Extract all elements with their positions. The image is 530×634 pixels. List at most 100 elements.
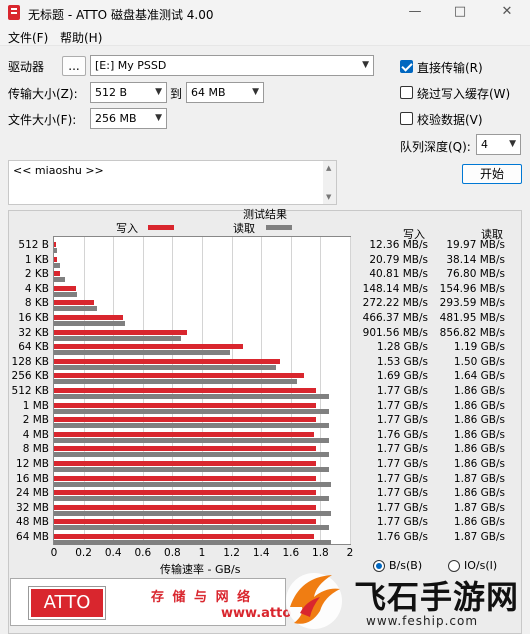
y-tick-label: 8 KB — [24, 297, 49, 310]
read-value: 1.50 GB/s — [453, 355, 505, 368]
bar-write — [54, 417, 316, 423]
bar-read — [54, 540, 331, 545]
direct-io-checkbox[interactable] — [400, 60, 413, 73]
bar-read — [54, 262, 60, 268]
scroll-down-icon[interactable]: ▼ — [326, 193, 331, 201]
menu-file[interactable]: 文件(F) — [8, 29, 48, 46]
bar-read — [54, 291, 77, 297]
bar-write — [54, 344, 244, 350]
bar-read — [54, 525, 330, 531]
bar-read — [54, 452, 330, 458]
x-tick-label: 0.4 — [104, 547, 122, 559]
drive-value: [E:] My PSSD — [95, 59, 167, 72]
read-value: 1.86 GB/s — [453, 487, 505, 500]
banner-tagline: 存 储 与 网 络 — [151, 590, 253, 605]
chevron-down-icon: ▼ — [155, 87, 162, 97]
start-button[interactable]: 开始 — [462, 164, 522, 184]
direct-io-label: 直接传输(R) — [417, 61, 483, 75]
verify-checkbox[interactable] — [400, 112, 413, 125]
x-tick-label: 2 — [346, 547, 354, 559]
read-value: 1.86 GB/s — [453, 414, 505, 427]
file-size-value: 256 MB — [95, 112, 137, 125]
maximize-icon[interactable]: □ — [449, 3, 471, 21]
chevron-down-icon: ▼ — [509, 139, 516, 149]
bar-read — [54, 423, 330, 429]
drive-select[interactable]: [E:] My PSSD ▼ — [90, 55, 374, 76]
legend-read-swatch — [266, 225, 292, 230]
queue-depth-select[interactable]: 4 ▼ — [476, 134, 521, 155]
bar-write — [54, 475, 316, 481]
bar-read — [54, 335, 181, 341]
read-value: 1.86 GB/s — [453, 385, 505, 397]
bar-write — [54, 256, 58, 262]
write-value: 1.53 GB/s — [376, 355, 428, 368]
file-size-label: 文件大小(F): — [8, 113, 77, 127]
bar-write — [54, 446, 316, 452]
bar-write — [54, 285, 76, 291]
read-value: 19.97 MB/s — [446, 239, 505, 251]
bar-read — [54, 379, 297, 385]
to-label: 到 — [170, 87, 183, 101]
write-value: 12.36 MB/s — [369, 239, 428, 251]
bar-write — [54, 329, 188, 335]
browse-button[interactable]: ... — [62, 56, 86, 76]
transfer-from-value: 512 B — [95, 86, 128, 99]
chart-plot-area — [53, 236, 351, 545]
bar-read — [54, 437, 330, 443]
bar-write — [54, 534, 315, 539]
write-value: 1.77 GB/s — [376, 385, 428, 397]
write-value: 1.28 GB/s — [376, 341, 428, 354]
bar-write — [54, 300, 95, 306]
y-tick-label: 4 KB — [24, 282, 49, 295]
write-value: 20.79 MB/s — [369, 253, 428, 266]
transfer-from-select[interactable]: 512 B ▼ — [90, 82, 167, 103]
write-value: 1.77 GB/s — [376, 487, 428, 500]
read-value: 1.87 GB/s — [453, 501, 505, 514]
units-bytes-radio[interactable] — [373, 560, 385, 572]
queue-depth-label: 队列深度(Q): — [400, 140, 471, 154]
atto-banner[interactable]: ATTO 存 储 与 网 络 www.atto — [10, 578, 291, 626]
bar-write — [54, 315, 124, 320]
y-tick-label: 48 MB — [16, 516, 49, 529]
scroll-up-icon[interactable]: ▲ — [326, 164, 331, 172]
y-tick-label: 2 KB — [24, 268, 49, 281]
bar-read — [54, 306, 98, 312]
y-tick-label: 16 KB — [18, 312, 49, 324]
write-value: 1.69 GB/s — [376, 370, 428, 383]
read-value: 76.80 MB/s — [446, 268, 505, 281]
y-tick-label: 256 KB — [11, 370, 49, 383]
file-size-select[interactable]: 256 MB ▼ — [90, 108, 167, 129]
atto-logo: ATTO — [28, 586, 106, 620]
x-tick-label: 0.8 — [164, 547, 181, 559]
read-value: 1.87 GB/s — [453, 472, 505, 485]
units-io-label: IO/s(I) — [464, 559, 498, 572]
bar-read — [54, 277, 66, 283]
units-io-radio[interactable] — [448, 560, 460, 572]
description-textarea[interactable]: << miaoshu >> ▲ ▼ — [8, 160, 337, 205]
bar-read — [54, 408, 330, 414]
units-bytes-label: B/s(B) — [389, 559, 423, 572]
write-value: 1.77 GB/s — [376, 472, 428, 485]
window-title: 无标题 - ATTO 磁盘基准测试 4.00 — [28, 8, 214, 22]
title-bar: 无标题 - ATTO 磁盘基准测试 4.00 — □ ✕ — [0, 0, 530, 26]
x-tick-label: 0.6 — [134, 547, 152, 559]
bypass-cache-checkbox[interactable] — [400, 86, 413, 99]
write-value: 1.77 GB/s — [376, 501, 428, 514]
verify-label: 校验数据(V) — [417, 113, 483, 127]
bar-read — [54, 321, 126, 326]
legend-read-label: 读取 — [233, 222, 255, 235]
x-axis-label: 传输速率 - GB/s — [160, 563, 241, 576]
watermark-text: 飞石手游网 — [354, 578, 520, 616]
y-tick-label: 16 MB — [16, 472, 49, 485]
chevron-down-icon: ▼ — [252, 87, 259, 97]
y-tick-label: 32 KB — [18, 326, 49, 339]
minimize-icon[interactable]: — — [404, 3, 426, 21]
transfer-to-select[interactable]: 64 MB ▼ — [186, 82, 264, 103]
write-value: 1.77 GB/s — [376, 399, 428, 412]
close-icon[interactable]: ✕ — [496, 3, 518, 21]
description-scrollbar[interactable]: ▲ ▼ — [323, 161, 336, 204]
bar-write — [54, 519, 316, 525]
write-value: 148.14 MB/s — [362, 282, 428, 295]
legend-write-swatch — [148, 225, 174, 230]
menu-help[interactable]: 帮助(H) — [60, 29, 102, 46]
